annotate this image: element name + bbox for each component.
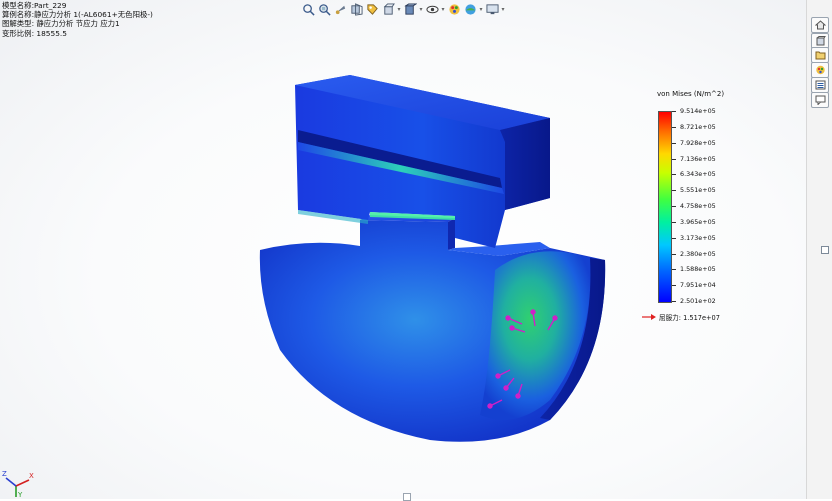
legend-value-label: 7.136e+05 — [680, 154, 716, 163]
legend-value-label: 1.588e+05 — [680, 265, 716, 274]
legend-tick — [672, 142, 676, 144]
apply-scene-icon[interactable] — [462, 1, 478, 17]
legend-tick — [672, 285, 676, 287]
legend-tick — [672, 111, 676, 112]
display-style-icon[interactable] — [402, 1, 418, 17]
y-axis-label: Y — [17, 491, 23, 498]
legend-value-label: 9.514e+05 — [680, 107, 716, 115]
zoom-to-area-icon[interactable] — [316, 1, 332, 17]
dynamic-annotation-icon[interactable] — [364, 1, 380, 17]
x-axis-label: X — [29, 472, 34, 480]
view-settings-icon[interactable] — [484, 1, 500, 17]
legend-tick — [672, 126, 676, 128]
legend-tick — [672, 174, 676, 176]
list-icon[interactable] — [811, 77, 829, 93]
legend-tick — [672, 190, 676, 192]
study-name-text: 算例名称:静应力分析 1(-AL6061+无色阳极-) — [2, 10, 153, 20]
legend-tick — [672, 253, 676, 255]
legend-tick — [672, 269, 676, 271]
legend-value-label: 8.721e+05 — [680, 122, 716, 131]
appearance-icon[interactable] — [811, 62, 829, 78]
legend-value-label: 7.951e+04 — [680, 281, 716, 290]
home-icon[interactable] — [811, 17, 829, 33]
legend-tick — [672, 206, 676, 207]
legend-tick — [672, 158, 676, 160]
deformation-scale-text: 变形比例: 18555.5 — [2, 28, 67, 38]
pane-splitter-handle[interactable] — [821, 246, 829, 254]
plot-type-text: 图解类型: 静应力分析 节应力 应力1 — [2, 19, 120, 29]
stress-color-scale — [658, 111, 672, 303]
model-name-text: 模型名称:Part_229 — [2, 1, 67, 10]
heads-up-view-toolbar: ▾ ▾ ▾ ▾ ▾ — [300, 1, 506, 17]
dropdown-arrow-icon[interactable]: ▾ — [500, 1, 506, 17]
z-axis-label: Z — [2, 470, 7, 478]
legend-value-label: 7.928e+05 — [680, 138, 716, 147]
zoom-to-fit-icon[interactable] — [300, 1, 316, 17]
legend-tick — [672, 301, 676, 302]
stress-model-view[interactable] — [250, 70, 610, 450]
folder-icon[interactable] — [811, 47, 829, 63]
legend-value-label: 6.343e+05 — [680, 170, 716, 179]
hide-show-icon[interactable] — [424, 1, 440, 17]
legend-value-label: 5.551e+05 — [680, 186, 716, 195]
arrow-right-icon — [642, 314, 656, 320]
legend-value-label: 4.758e+05 — [680, 202, 716, 210]
legend-value-label: 3.965e+05 — [680, 217, 716, 226]
legend-value-label: 3.173e+05 — [680, 233, 716, 242]
legend-title: von Mises (N/m^2) — [657, 90, 725, 98]
edit-appearance-icon[interactable] — [446, 1, 462, 17]
legend-tick — [672, 237, 676, 239]
legend-tick — [672, 221, 676, 223]
bottom-splitter-handle[interactable] — [403, 493, 411, 501]
legend-value-label: 2.501e+02 — [680, 297, 716, 305]
legend-value-label: 2.380e+05 — [680, 249, 716, 258]
yield-strength-label: 屈服力: 1.517e+07 — [659, 314, 720, 322]
comment-icon[interactable] — [811, 92, 829, 108]
study-info-panel: 模型名称:Part_229 算例名称:静应力分析 1(-AL6061+无色阳极-… — [2, 1, 153, 38]
previous-view-icon[interactable] — [332, 1, 348, 17]
z-axis-line — [5, 477, 17, 487]
coordinate-triad: X Y Z — [2, 470, 34, 498]
x-axis-line — [15, 479, 30, 487]
view-orientation-icon[interactable] — [380, 1, 396, 17]
section-view-icon[interactable] — [348, 1, 364, 17]
yield-strength-indicator: 屈服力: 1.517e+07 — [642, 312, 720, 322]
